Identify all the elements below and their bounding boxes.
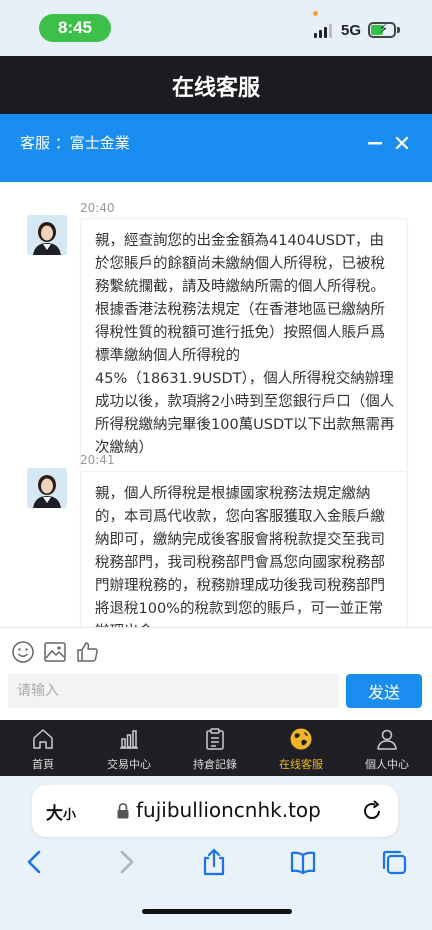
bottom-tab-bar: 首頁 交易中心 持倉記錄 在线客服 個人中心 [0, 720, 432, 776]
signal-icon [314, 24, 334, 38]
url-text: fujibullioncnhk.top [136, 798, 321, 822]
tab-personal-center[interactable]: 個人中心 [344, 720, 430, 776]
message-bubble: 親，個人所得稅是根據國家稅務法規定繳納的，本司爲代收款，您向客服獲取入金賬戶繳納… [80, 471, 408, 627]
image-icon[interactable] [43, 640, 67, 664]
minimize-icon[interactable]: − [366, 133, 384, 155]
text-size-large: 大 [46, 804, 63, 824]
status-time: 8:45 [39, 14, 111, 42]
text-size-small: 小 [63, 808, 77, 823]
chat-header: 客服 ：富士金業 − ✕ [0, 114, 432, 182]
chat-toolbar [0, 627, 432, 674]
agent-avatar [27, 468, 67, 508]
text-size-button[interactable]: 大小 [46, 799, 76, 824]
page-title: 在线客服 [171, 76, 260, 101]
forward-icon[interactable] [112, 848, 140, 876]
address-bar[interactable]: 大小 fujibullioncnhk.top [32, 785, 398, 837]
chat-input-row: 发送 [0, 674, 432, 720]
tab-home[interactable]: 首頁 [0, 720, 86, 776]
browser-toolbar: 大小 fujibullioncnhk.top [0, 776, 432, 930]
tab-online-service[interactable]: 在线客服 [258, 720, 344, 776]
tab-label: 持倉記錄 [193, 758, 237, 771]
reload-icon[interactable] [360, 799, 384, 823]
message-time: 20:40 [80, 201, 115, 215]
message-time: 20:41 [80, 453, 115, 467]
app-header: 在线客服 [0, 56, 432, 114]
thumbs-up-icon[interactable] [76, 640, 100, 664]
home-icon [33, 729, 53, 749]
back-icon[interactable] [21, 848, 49, 876]
chat-agent-title: 客服 ：富士金業 [20, 134, 130, 152]
tab-label: 交易中心 [107, 758, 151, 771]
battery-tip [397, 27, 400, 33]
privacy-indicator-dot [313, 11, 318, 16]
tab-position-records[interactable]: 持倉記錄 [172, 720, 258, 776]
send-button[interactable]: 发送 [346, 674, 422, 708]
share-icon[interactable] [200, 848, 228, 876]
clipboard-icon [206, 728, 224, 750]
tab-label: 個人中心 [365, 758, 409, 771]
status-bar: 8:45 5G ⚡ [0, 0, 432, 56]
bar-chart-icon [120, 730, 138, 749]
bookmarks-icon[interactable] [289, 848, 317, 876]
tabs-icon[interactable] [380, 848, 408, 876]
message-input[interactable] [8, 674, 339, 708]
battery-icon: ⚡ [368, 22, 396, 38]
agent-avatar [27, 215, 67, 255]
message-list[interactable]: 20:40 親，經查詢您的出金金額為41404USDT，由於您賬戶的餘額尚未繳納… [0, 182, 432, 627]
tab-label: 在线客服 [279, 758, 323, 771]
home-indicator [142, 909, 292, 914]
globe-icon [290, 728, 312, 750]
person-icon [377, 729, 397, 750]
close-icon[interactable]: ✕ [391, 134, 413, 156]
tab-trading-center[interactable]: 交易中心 [86, 720, 172, 776]
tab-label: 首頁 [32, 758, 54, 771]
lock-icon [117, 803, 129, 819]
emoji-icon[interactable] [11, 640, 35, 664]
network-type: 5G [341, 22, 362, 39]
message-bubble: 親，經查詢您的出金金額為41404USDT，由於您賬戶的餘額尚未繳納個人所得稅，… [80, 218, 408, 473]
